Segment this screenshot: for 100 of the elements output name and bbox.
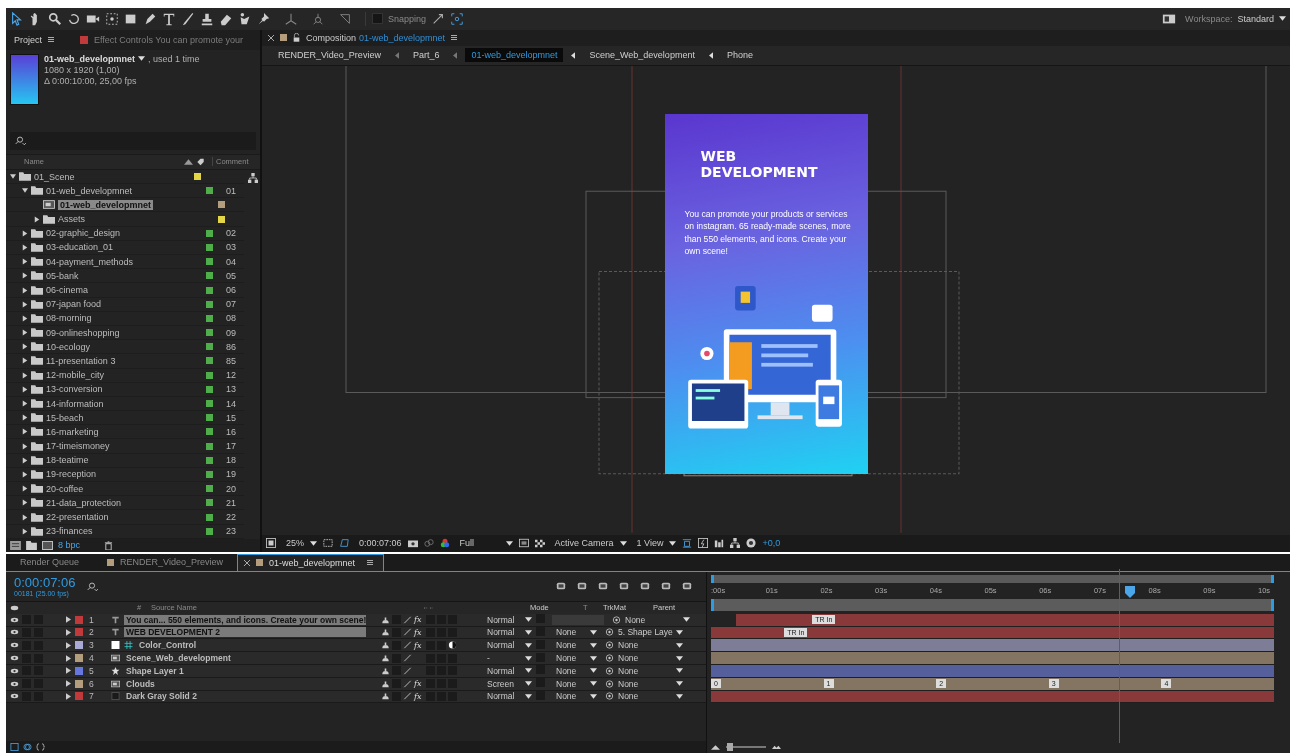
parent-dropdown[interactable]: None [618,691,676,702]
type-tool-icon[interactable] [162,11,176,26]
eye-icon[interactable] [10,679,19,688]
label-color-chip[interactable] [75,628,83,637]
label-color-chip[interactable] [75,692,83,701]
snapshot-camera-icon[interactable] [407,538,418,549]
label-color-chip[interactable] [206,400,213,407]
project-item[interactable]: 06-cinema 06 [6,283,244,298]
exposure-aperture-icon[interactable] [746,538,757,549]
label-color-chip[interactable] [206,243,213,251]
flowchart-icon[interactable] [248,172,258,183]
project-item[interactable]: 08-morning 08 [6,311,244,326]
expand-arrows-icon[interactable] [431,11,446,26]
layer-name[interactable]: Dark Gray Solid 2 [124,691,199,702]
track-matte-dropdown[interactable]: None [552,653,590,664]
label-color-chip[interactable] [75,615,83,624]
eye-icon[interactable] [10,615,19,624]
project-item[interactable]: 16-marketing 16 [6,425,244,440]
tag-icon[interactable] [196,157,205,166]
zoom-slider-thumb[interactable] [727,743,733,751]
snapping-checkbox[interactable] [372,13,383,25]
project-item[interactable]: 19-reception 19 [6,467,244,483]
close-icon[interactable] [268,34,274,41]
blend-mode-dropdown[interactable]: Normal [483,665,525,676]
grid-icon[interactable] [323,538,333,549]
draft-3d-icon[interactable] [577,581,587,592]
stamp-icon[interactable] [200,11,214,26]
project-item[interactable]: 09-onlineshopping 09 [6,325,244,341]
focus-frame-icon[interactable] [450,11,465,26]
shy-icon[interactable] [381,679,390,688]
label-color-chip[interactable] [75,654,83,663]
collapsed-triangle-icon[interactable] [22,442,28,450]
collapsed-triangle-icon[interactable] [34,215,40,223]
project-item[interactable]: 22-presentation 22 [6,510,244,525]
trash-icon[interactable] [103,540,115,550]
zoom-icon[interactable] [48,11,62,26]
flowchart-icon[interactable] [730,538,741,549]
label-color-chip[interactable] [206,357,213,365]
project-item[interactable]: 12-mobile_city 12 [6,368,244,383]
shy-icon[interactable] [381,615,390,624]
panel-menu-icon[interactable] [451,35,458,41]
project-item[interactable]: 04-payment_methods 04 [6,255,244,270]
label-color-chip[interactable] [206,286,213,294]
collapsed-triangle-icon[interactable] [22,243,28,251]
shy-layers-icon[interactable] [598,581,608,592]
layer-name[interactable]: You can... 550 elements, and icons. Create your own scene! [124,614,366,625]
effect-switch[interactable]: fx [414,691,424,701]
project-item[interactable]: 10-ecology 86 [6,340,244,355]
eye-icon[interactable] [10,692,19,701]
expanded-triangle-icon[interactable] [22,187,28,195]
shy-icon[interactable] [381,654,390,663]
pan-behind-icon[interactable] [105,11,119,26]
collapsed-triangle-icon[interactable] [22,371,28,379]
label-color-chip[interactable] [206,442,213,450]
label-color-chip[interactable] [75,641,83,650]
label-color-chip[interactable] [194,173,201,180]
search-icon[interactable] [86,581,98,591]
collapsed-triangle-icon[interactable] [22,470,28,478]
label-color-chip[interactable] [206,456,213,464]
label-color-chip[interactable] [206,485,213,493]
track-matte-dropdown[interactable]: None [552,627,590,638]
label-color-chip[interactable] [206,371,213,379]
interpret-footage-icon[interactable] [10,540,21,550]
reset-exposure-icon[interactable] [698,538,709,549]
label-color-chip[interactable] [218,201,225,209]
blend-mode-dropdown[interactable]: Normal [483,614,525,625]
pen-icon[interactable] [143,11,157,26]
label-color-chip[interactable] [206,329,213,337]
label-color-chip[interactable] [206,499,213,507]
shy-icon[interactable] [381,628,390,637]
exposure-value[interactable]: +0,0 [762,538,781,549]
rotate-icon[interactable] [67,11,81,26]
label-color-chip[interactable] [206,470,213,478]
label-color-chip[interactable] [206,272,213,280]
track-matte-dropdown[interactable]: None [552,640,590,651]
shy-icon[interactable] [381,692,390,701]
project-item[interactable]: 01_Scene [6,169,244,185]
rgb-channels-icon[interactable] [439,538,450,549]
label-color-chip[interactable] [206,385,213,393]
collapsed-triangle-icon[interactable] [22,314,28,322]
label-color-chip[interactable] [206,428,213,436]
layer-name[interactable]: Color_Control [137,640,199,651]
toggle-pixel-icon[interactable] [682,538,693,549]
label-color-chip[interactable] [75,679,83,688]
layer-switches-icon[interactable] [10,743,19,751]
layer-name[interactable]: Scene_Web_development [124,653,233,664]
label-color-chip[interactable] [206,187,213,195]
close-icon[interactable] [243,559,250,566]
project-item[interactable]: 05-bank 05 [6,269,244,284]
collapsed-triangle-icon[interactable] [22,385,28,393]
effect-switch[interactable]: fx [414,640,424,650]
composition-tab[interactable]: Composition [306,32,357,43]
parent-dropdown[interactable]: None [618,653,676,664]
expanded-triangle-icon[interactable] [10,173,16,180]
breadcrumb-item[interactable]: Phone [720,48,759,63]
collapsed-triangle-icon[interactable] [22,456,28,464]
current-time-text[interactable]: 0:00:07:06 [359,538,402,549]
project-item[interactable]: 20-coffee 20 [6,482,244,497]
parent-dropdown[interactable]: None [618,640,676,651]
breadcrumb-item[interactable]: Scene_Web_development [583,48,701,63]
